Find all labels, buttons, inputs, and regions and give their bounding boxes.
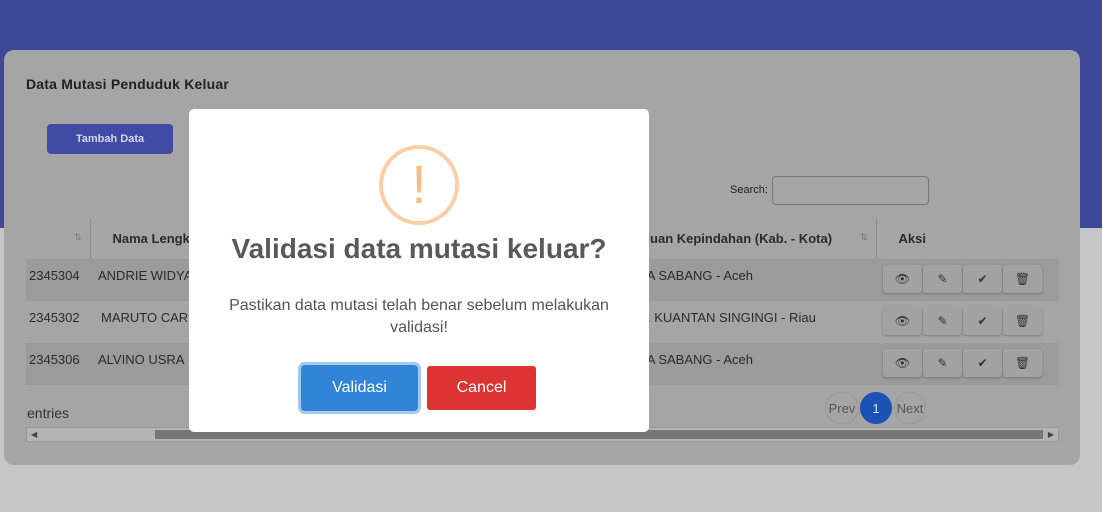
sort-icon: ⇅ [859,232,868,242]
edit-icon: ✎ [937,272,948,286]
validasi-button[interactable]: Validasi [301,365,418,411]
view-button[interactable]: 👁 [883,307,922,335]
eye-icon: 👁 [894,272,911,286]
cell-actions: 👁 ✎ ✔ 🗑 [876,301,1059,343]
search-label: Search: [730,184,768,196]
delete-button[interactable]: 🗑 [1003,307,1042,335]
view-button[interactable]: 👁 [883,265,922,293]
trash-icon: 🗑 [1014,314,1031,328]
pagination-prev[interactable]: Prev [825,392,859,424]
cell-actions: 👁 ✎ ✔ 🗑 [876,343,1059,385]
column-header-aksi: Aksi [876,218,1059,259]
dialog-text: Pastikan data mutasi telah benar sebelum… [229,297,609,336]
pagination-next[interactable]: Next [894,392,926,424]
view-button[interactable]: 👁 [883,349,922,377]
edit-icon: ✎ [937,314,948,328]
cell-tujuan: KAB. KUANTAN SINGINGI - Riau [621,310,816,325]
cell-id: 2345302 [29,310,80,325]
edit-button[interactable]: ✎ [923,349,962,377]
warning-icon: ! [379,145,459,225]
validate-button[interactable]: ✔ [963,265,1002,293]
add-data-button[interactable]: Tambah Data [47,124,173,154]
trash-icon: 🗑 [1014,356,1031,370]
eye-icon: 👁 [894,314,911,328]
column-header-id[interactable]: ⇅ [26,218,91,259]
cell-id: 2345306 [29,352,80,367]
edit-button[interactable]: ✎ [923,265,962,293]
cell-tujuan: KOTA SABANG - Aceh [621,352,753,367]
sort-icon: ⇅ [73,232,82,242]
validate-button[interactable]: ✔ [963,349,1002,377]
trash-icon: 🗑 [1014,272,1031,286]
cancel-button[interactable]: Cancel [427,366,536,410]
check-icon: ✔ [977,314,988,328]
scroll-left-icon[interactable]: ◀ [31,428,37,441]
check-icon: ✔ [977,356,988,370]
search-input[interactable] [772,176,929,205]
column-header-tujuan[interactable]: Tujuan Kepindahan (Kab. - Kota) ⇅ [621,218,877,259]
validate-button[interactable]: ✔ [963,307,1002,335]
entries-info: entries [27,405,70,421]
edit-button[interactable]: ✎ [923,307,962,335]
cell-actions: 👁 ✎ ✔ 🗑 [876,259,1059,301]
page-title: Data Mutasi Penduduk Keluar [26,76,229,92]
scroll-right-icon[interactable]: ▶ [1048,428,1054,441]
delete-button[interactable]: 🗑 [1003,265,1042,293]
check-icon: ✔ [977,272,988,286]
cell-tujuan: KOTA SABANG - Aceh [621,268,753,283]
eye-icon: 👁 [894,356,911,370]
pagination-page-1[interactable]: 1 [860,392,892,424]
confirm-dialog: ! Validasi data mutasi keluar? Pastikan … [189,109,649,432]
delete-button[interactable]: 🗑 [1003,349,1042,377]
edit-icon: ✎ [937,356,948,370]
cell-id: 2345304 [29,268,80,283]
dialog-title: Validasi data mutasi keluar? [231,233,607,264]
